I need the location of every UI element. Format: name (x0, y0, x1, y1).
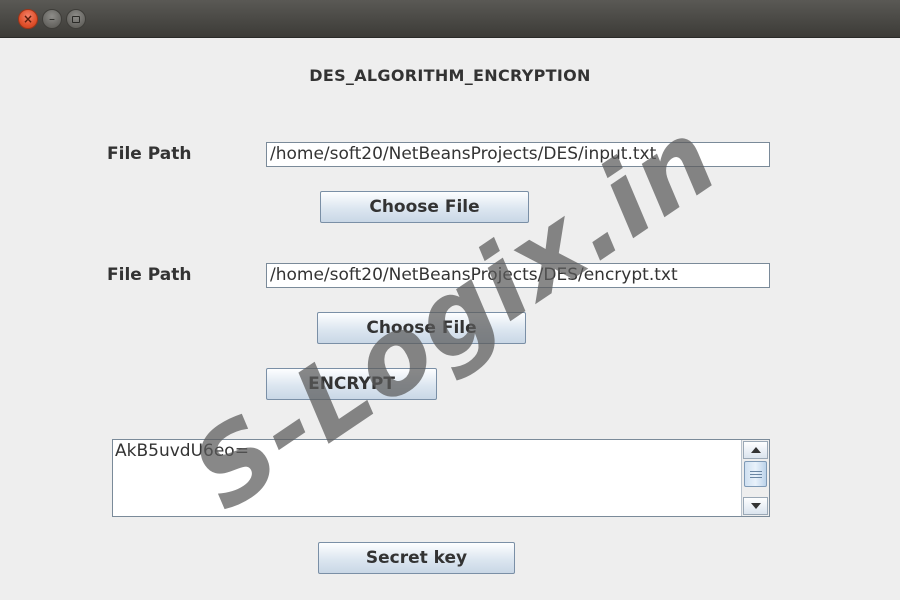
maximize-icon[interactable] (66, 9, 86, 29)
minimize-icon[interactable]: – (42, 9, 62, 29)
output-file-path-label: File Path (107, 265, 192, 285)
choose-output-file-button[interactable]: Choose File (317, 312, 526, 344)
vertical-scrollbar[interactable] (741, 440, 769, 516)
scrollbar-thumb[interactable] (744, 461, 767, 487)
scroll-down-icon[interactable] (743, 497, 768, 515)
scroll-up-icon[interactable] (743, 441, 768, 459)
page-title: DES_ALGORITHM_ENCRYPTION (309, 66, 591, 85)
choose-input-file-button[interactable]: Choose File (320, 191, 529, 223)
title-bar[interactable]: × – (0, 0, 900, 38)
input-file-path-field[interactable]: /home/soft20/NetBeansProjects/DES/input.… (266, 142, 770, 167)
input-file-path-label: File Path (107, 144, 192, 164)
close-icon[interactable]: × (18, 9, 38, 29)
app-window: × – DES_ALGORITHM_ENCRYPTION File Path /… (0, 0, 900, 600)
output-file-path-field[interactable]: /home/soft20/NetBeansProjects/DES/encryp… (266, 263, 770, 288)
encrypt-button[interactable]: ENCRYPT (266, 368, 437, 400)
secret-key-button[interactable]: Secret key (318, 542, 515, 574)
output-text-area[interactable]: AkB5uvdU6eo= (112, 439, 770, 517)
output-text[interactable]: AkB5uvdU6eo= (113, 440, 741, 516)
